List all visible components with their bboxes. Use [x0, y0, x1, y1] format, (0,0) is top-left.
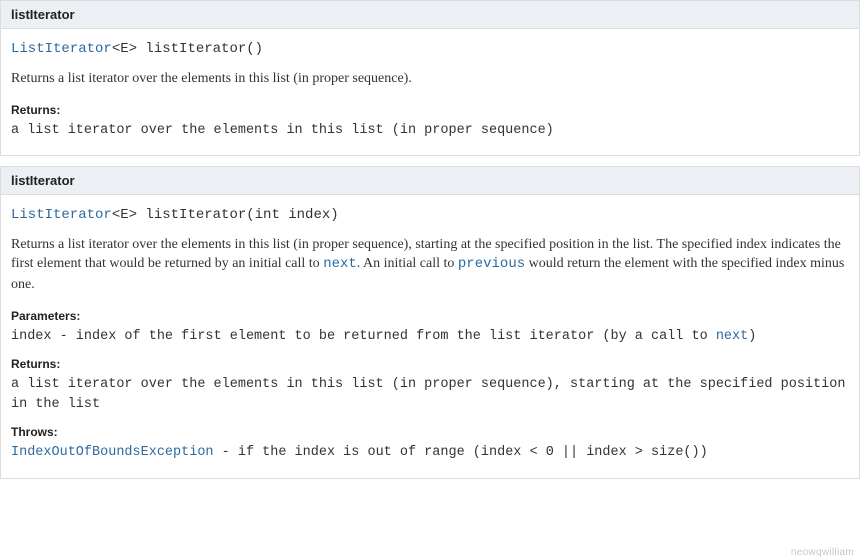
returns-label: Returns:: [11, 357, 849, 371]
link-next[interactable]: next: [716, 329, 748, 344]
method-header: listIterator: [1, 167, 859, 195]
link-next[interactable]: next: [323, 256, 357, 272]
method-block-listIterator-int: listIterator ListIterator<E> listIterato…: [0, 166, 860, 479]
method-signature: ListIterator<E> listIterator(int index): [11, 207, 849, 223]
type-link-listiterator[interactable]: ListIterator: [11, 207, 112, 223]
returns-label: Returns:: [11, 103, 849, 117]
signature-rest: <E> listIterator(int index): [112, 207, 339, 223]
signature-rest: <E> listIterator(): [112, 41, 263, 57]
param-segment: ): [748, 329, 756, 344]
method-header: listIterator: [1, 1, 859, 29]
method-block-listIterator-noarg: listIterator ListIterator<E> listIterato…: [0, 0, 860, 156]
returns-text: a list iterator over the elements in thi…: [11, 121, 849, 141]
type-link-listiterator[interactable]: ListIterator: [11, 41, 112, 57]
throws-text: IndexOutOfBoundsException - if the index…: [11, 443, 849, 463]
link-indexoutofboundsexception[interactable]: IndexOutOfBoundsException: [11, 445, 214, 460]
method-description: Returns a list iterator over the element…: [11, 235, 849, 295]
method-body: ListIterator<E> listIterator(int index) …: [1, 195, 859, 478]
link-previous[interactable]: previous: [458, 256, 525, 272]
method-description: Returns a list iterator over the element…: [11, 69, 849, 89]
parameters-text: index - index of the first element to be…: [11, 327, 849, 347]
watermark-text: neowqwilliam: [791, 547, 854, 558]
throws-segment: - if the index is out of range (index < …: [214, 445, 708, 460]
method-signature: ListIterator<E> listIterator(): [11, 41, 849, 57]
throws-label: Throws:: [11, 425, 849, 439]
param-segment: index - index of the first element to be…: [11, 329, 716, 344]
desc-segment: . An initial call to: [357, 256, 458, 271]
returns-text: a list iterator over the elements in thi…: [11, 375, 849, 416]
parameters-label: Parameters:: [11, 309, 849, 323]
method-body: ListIterator<E> listIterator() Returns a…: [1, 29, 859, 155]
